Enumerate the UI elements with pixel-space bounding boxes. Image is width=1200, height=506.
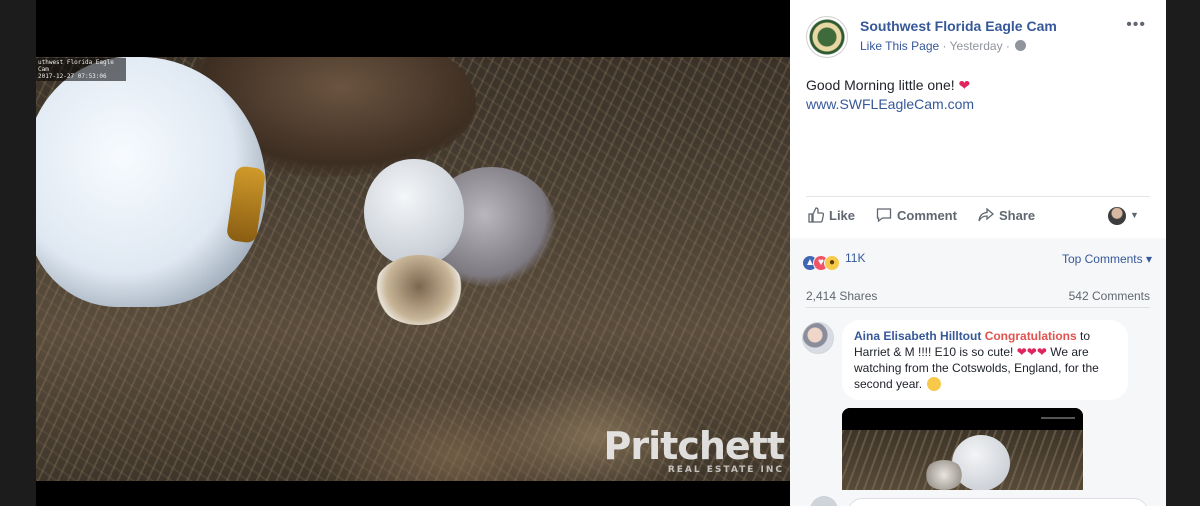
smile-emoji-icon <box>927 377 942 391</box>
post-header: Southwest Florida Eagle Cam Like This Pa… <box>806 16 1150 60</box>
action-bar: Like Comment Share ▼ <box>806 196 1150 236</box>
comments-count[interactable]: 542 Comments <box>1069 289 1150 303</box>
egg <box>364 159 464 267</box>
counts-row: 2,414 Shares 542 Comments <box>806 284 1150 308</box>
post-message: Good Morning little one! ❤ www.SWFLEagle… <box>806 76 1146 114</box>
post-meta: Like This Page · Yesterday · <box>860 39 1027 53</box>
more-options-icon[interactable]: ••• <box>1126 16 1146 34</box>
comment-label: Comment <box>897 208 957 223</box>
like-page-link[interactable]: Like This Page <box>860 39 939 53</box>
wow-reaction-icon: ● <box>824 255 840 271</box>
meta-separator-2: · <box>1005 39 1010 53</box>
heart-emoji: ❤ <box>958 77 971 93</box>
hearts-emoji: ❤❤❤ <box>1016 345 1047 359</box>
commenter-avatar[interactable] <box>802 322 834 354</box>
meta-separator: · <box>942 39 947 53</box>
next-comment-bubble <box>848 498 1148 506</box>
share-icon <box>978 207 994 222</box>
share-button[interactable]: Share <box>978 207 1035 223</box>
engagement-section: ▲ ♥ ● 11K Top Comments ▾ 2,414 Shares 542 C… <box>790 238 1166 506</box>
reactions-summary[interactable]: ▲ ♥ ● 11K <box>802 250 866 271</box>
photo-viewer: uthwest Florida Eagle Cam 2017-12-27 07:… <box>0 0 790 506</box>
globe-icon <box>1015 40 1027 51</box>
post-as-selector[interactable]: ▼ <box>1108 207 1142 225</box>
share-label: Share <box>999 208 1036 223</box>
eagle-nest-photo[interactable]: uthwest Florida Eagle Cam 2017-12-27 07:… <box>36 57 790 481</box>
comment-photo-topbar <box>842 408 1083 430</box>
page-avatar[interactable] <box>806 16 848 58</box>
reaction-count: 11K <box>845 251 866 265</box>
post-text: Good Morning little one! <box>806 77 955 93</box>
sponsor-watermark: Pritchett REAL ESTATE INC <box>603 424 785 475</box>
comment-button[interactable]: Comment <box>876 207 957 223</box>
top-comments-dropdown[interactable]: Top Comments ▾ <box>1062 252 1152 266</box>
right-gutter <box>1166 0 1200 506</box>
chevron-down-icon: ▼ <box>1130 210 1139 220</box>
post-time[interactable]: Yesterday <box>950 39 1003 53</box>
photo-stage[interactable]: uthwest Florida Eagle Cam 2017-12-27 07:… <box>36 0 790 506</box>
like-button[interactable]: Like <box>808 207 855 223</box>
page-name-link[interactable]: Southwest Florida Eagle Cam <box>860 18 1057 34</box>
comment-photo[interactable] <box>842 408 1083 490</box>
comment-photo-chick <box>924 460 964 490</box>
thumbs-up-icon <box>808 207 824 223</box>
user-avatar <box>1108 207 1126 225</box>
post-link[interactable]: www.SWFLEagleCam.com <box>806 95 1146 114</box>
like-label: Like <box>829 208 856 223</box>
comment-bubble: Aina Elisabeth Hilltout Congratulations … <box>842 320 1128 400</box>
watermark-title: Pritchett <box>603 424 785 468</box>
comment-author[interactable]: Aina Elisabeth Hilltout <box>854 329 981 343</box>
comment-tag[interactable]: Congratulations <box>985 329 1077 343</box>
eggshell-half <box>374 255 464 325</box>
camera-timestamp: uthwest Florida Eagle Cam 2017-12-27 07:… <box>36 58 126 81</box>
comment-icon <box>876 208 892 223</box>
comment-photo-bar <box>1041 417 1075 419</box>
shares-count[interactable]: 2,414 Shares <box>806 289 877 303</box>
post-panel: Southwest Florida Eagle Cam Like This Pa… <box>790 0 1166 506</box>
